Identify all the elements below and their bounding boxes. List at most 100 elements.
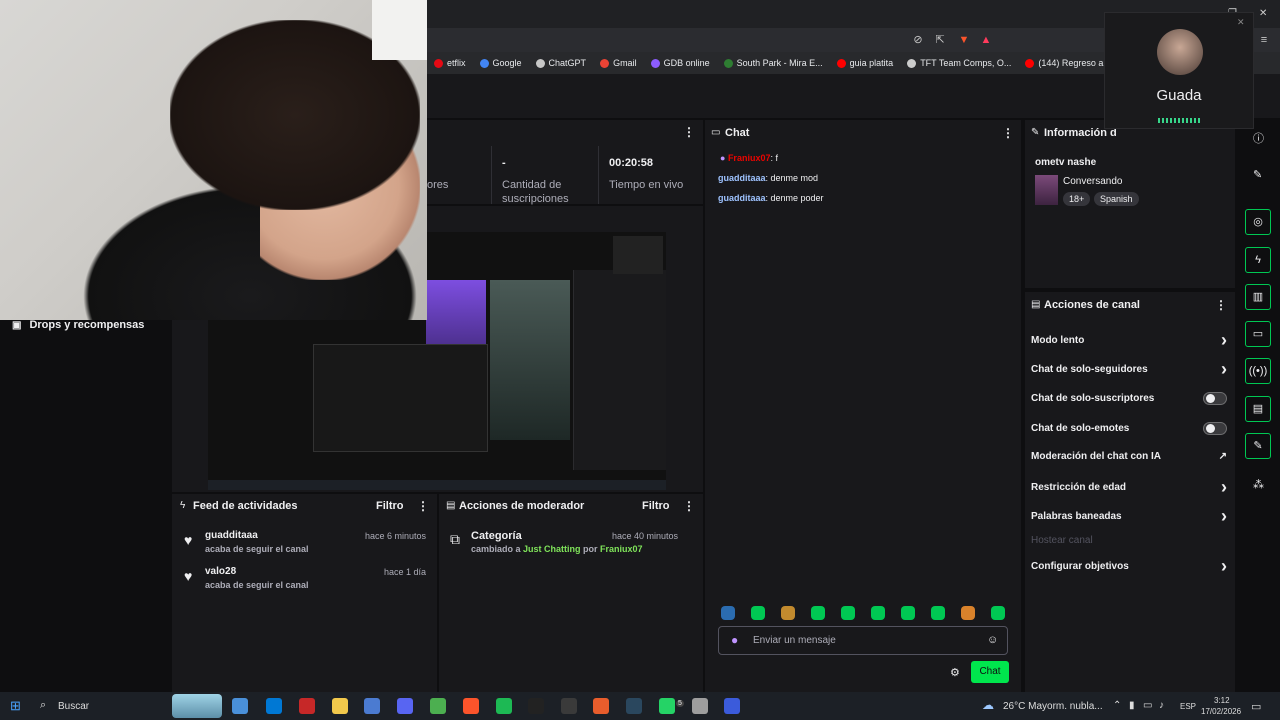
chat-username[interactable]: guadditaaa [718, 173, 766, 183]
taskbar-app-icon[interactable] [332, 698, 348, 714]
menu-icon[interactable]: ≡ [1258, 34, 1270, 46]
brave-rewards-icon[interactable]: ▲ [980, 34, 992, 46]
tray-mic-icon[interactable]: ▮ [1129, 700, 1135, 711]
bookmark-item[interactable]: etflix [427, 58, 473, 68]
emote-icon[interactable] [781, 606, 795, 620]
tray-time[interactable]: 3:12 [1214, 696, 1230, 705]
channel-action-row[interactable]: Palabras baneadas › [1031, 507, 1227, 525]
emote-icon[interactable] [721, 606, 735, 620]
bookmark-item[interactable]: Gmail [593, 58, 644, 68]
chat-username[interactable]: Franiux07 [728, 153, 771, 163]
channel-action-row[interactable]: Configurar objetivos › [1031, 557, 1227, 575]
notifications-icon[interactable]: ▭ [1251, 700, 1261, 713]
emote-icon[interactable] [931, 606, 945, 620]
rail-clip-button[interactable]: ◎ [1245, 209, 1271, 235]
chat-more-icon[interactable]: ⋮ [1002, 126, 1014, 140]
category-art[interactable] [1035, 175, 1058, 205]
emote-icon[interactable] [901, 606, 915, 620]
channel-action-row[interactable]: Moderación del chat con IA ↗ [1031, 451, 1227, 462]
taskbar-app-icon[interactable] [299, 698, 315, 714]
taskbar-app-icon[interactable] [397, 698, 413, 714]
emote-icon[interactable] [961, 606, 975, 620]
desc-user[interactable]: Franiux07 [600, 544, 643, 554]
bookmark-item[interactable]: ChatGPT [529, 58, 594, 68]
bookmark-item[interactable]: guia platita [830, 58, 901, 68]
weather-icon[interactable]: ☁ [982, 698, 994, 712]
taskbar-app-icon[interactable] [496, 698, 512, 714]
bookmark-item[interactable]: GDB online [644, 58, 717, 68]
taskbar-app-icon[interactable] [724, 698, 740, 714]
rail-broadcast-button[interactable]: ((•)) [1245, 358, 1271, 384]
channel-action-row[interactable]: Chat de solo-seguidores › [1031, 360, 1227, 378]
taskbar-app-icon[interactable] [528, 698, 544, 714]
search-icon[interactable]: ⌕ [40, 699, 46, 712]
stats-more-icon[interactable]: ⋮ [683, 125, 695, 139]
toggle-switch[interactable] [1203, 422, 1227, 435]
call-close-icon[interactable]: ✕ [1237, 17, 1245, 28]
rail-tools-button[interactable]: ✎ [1245, 433, 1271, 459]
taskbar-app-icon[interactable] [659, 698, 675, 714]
rail-notes-button[interactable]: ▥ [1245, 284, 1271, 310]
bookmark-item[interactable]: South Park - Mira E... [717, 58, 830, 68]
activity-user[interactable]: guadditaaa [205, 530, 258, 541]
emote-icon[interactable] [871, 606, 885, 620]
channel-action-row[interactable]: Chat de solo-emotes [1031, 422, 1227, 435]
info-circle-icon[interactable]: ⓘ [1253, 130, 1264, 146]
activity-user[interactable]: valo28 [205, 566, 236, 577]
extensions-icon[interactable]: ⁂ [1253, 478, 1264, 491]
tray-network-icon[interactable]: ▭ [1143, 700, 1152, 711]
weather-text[interactable]: 26°C Mayorm. nubla... [1003, 701, 1103, 712]
no-cam-icon[interactable]: ⊘ [912, 34, 924, 46]
tray-language[interactable]: ESP [1180, 702, 1196, 711]
rail-bolt-button[interactable]: ϟ [1245, 247, 1271, 273]
emote-icon[interactable] [991, 606, 1005, 620]
edit-icon[interactable]: ✎ [1253, 168, 1262, 181]
search-highlight-image[interactable] [172, 694, 222, 718]
mic-icon[interactable]: ● [731, 633, 738, 647]
emote-icon[interactable] [841, 606, 855, 620]
taskbar-app-icon[interactable] [266, 698, 282, 714]
drops-link[interactable]: ▣ Drops y recompensas [12, 319, 144, 331]
rail-chat-button[interactable]: ▭ [1245, 321, 1271, 347]
channel-action-row[interactable]: Modo lento › [1031, 331, 1227, 349]
tray-date[interactable]: 17/02/2026 [1201, 707, 1241, 716]
share-icon[interactable]: ⇱ [934, 34, 946, 46]
settings-icon[interactable]: ⚙ [950, 666, 960, 679]
taskbar-search[interactable]: Buscar [58, 701, 89, 712]
taskbar-app-icon[interactable] [626, 698, 642, 714]
emoji-icon[interactable]: ☺ [987, 634, 998, 646]
taskbar-app-icon[interactable] [561, 698, 577, 714]
stream-category[interactable]: Conversando [1063, 176, 1122, 187]
taskbar-app-icon[interactable] [463, 698, 479, 714]
tray-volume-icon[interactable]: ♪ [1159, 700, 1164, 711]
emote-icon[interactable] [751, 606, 765, 620]
taskbar-app-icon[interactable] [430, 698, 446, 714]
taskbar-app-icon[interactable] [692, 698, 708, 714]
tag-spanish[interactable]: Spanish [1094, 192, 1139, 206]
brave-shield-icon[interactable]: ▼ [958, 34, 970, 46]
rail-layout-button[interactable]: ▤ [1245, 396, 1271, 422]
mod-more-icon[interactable]: ⋮ [683, 499, 695, 513]
mod-filter-button[interactable]: Filtro [642, 500, 670, 512]
start-icon[interactable]: ⊞ [10, 698, 21, 714]
chat-username[interactable]: guadditaaa [718, 193, 766, 203]
activity-filter-button[interactable]: Filtro [376, 500, 404, 512]
desc-category[interactable]: Just Chatting [523, 544, 581, 554]
chat-input[interactable]: ● Enviar un mensaje ☺ [718, 626, 1008, 655]
taskbar-app-icon[interactable] [593, 698, 609, 714]
taskbar-app-icon[interactable] [232, 698, 248, 714]
chat-send-button[interactable]: Chat [971, 661, 1009, 683]
toggle-switch[interactable] [1203, 392, 1227, 405]
channel-action-row[interactable]: Restricción de edad › [1031, 478, 1227, 496]
bookmark-item[interactable]: TFT Team Comps, O... [900, 58, 1018, 68]
tray-chevron-icon[interactable]: ⌃ [1113, 700, 1121, 711]
close-window-icon[interactable]: ✕ [1259, 8, 1267, 19]
bookmark-item[interactable]: Google [473, 58, 529, 68]
tag-18[interactable]: 18+ [1063, 192, 1091, 206]
activity-more-icon[interactable]: ⋮ [417, 499, 429, 513]
emote-icon[interactable] [811, 606, 825, 620]
taskbar-app-icon[interactable] [364, 698, 380, 714]
channel-action-row[interactable]: Chat de solo-suscriptores [1031, 392, 1227, 405]
call-window[interactable]: ✕ Guada [1104, 12, 1254, 129]
channel-actions-more-icon[interactable]: ⋮ [1215, 298, 1227, 312]
